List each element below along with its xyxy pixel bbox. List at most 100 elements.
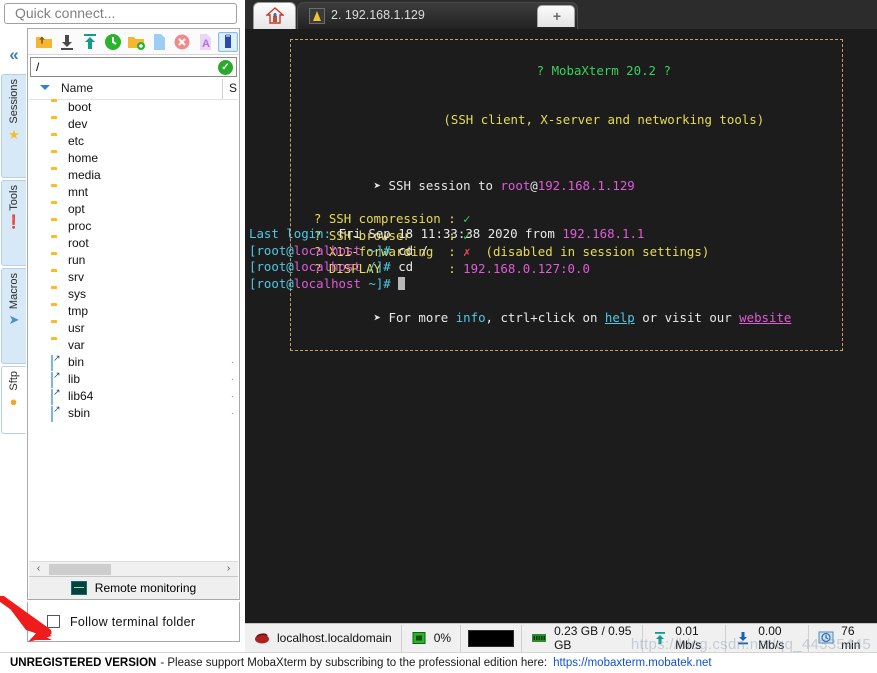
status-host[interactable]: localhost.localdomain (245, 624, 402, 652)
new-folder-icon[interactable] (127, 33, 145, 51)
download-arrow-icon (735, 631, 751, 645)
terminal-segment: Fri Sep 18 11:33:38 2020 from (331, 226, 563, 241)
follow-terminal-folder-checkbox[interactable] (47, 615, 60, 628)
unregistered-footer: UNREGISTERED VERSION - Please support Mo… (0, 652, 877, 673)
text-mode-icon[interactable]: A (196, 33, 214, 51)
folder-icon (51, 220, 65, 233)
status-uptime-label: 76 min (841, 624, 861, 652)
terminal-segment: ~]# (360, 242, 399, 258)
memory-icon (531, 631, 547, 645)
folder-icon (51, 339, 65, 352)
status-host-label: localhost.localdomain (277, 631, 392, 645)
sidebar-tab-sessions[interactable]: Sessions ★ (1, 74, 26, 178)
check-icon[interactable]: ✓ (218, 60, 233, 75)
usb-drive-icon[interactable] (218, 31, 238, 52)
sidebar-tab-tools[interactable]: Tools ❗ (1, 180, 26, 266)
remote-monitoring-button[interactable]: Remote monitoring (29, 576, 238, 599)
new-tab-button[interactable]: + (537, 5, 575, 27)
status-download[interactable]: 0.00 Mb/s (726, 624, 810, 652)
sort-descending-icon[interactable] (40, 85, 50, 90)
file-tree-row-size: . (231, 406, 234, 417)
delete-icon[interactable] (173, 33, 191, 51)
file-tree-row[interactable]: media (29, 167, 238, 184)
file-tree-row[interactable]: boot (29, 99, 238, 116)
upload-icon[interactable] (81, 33, 99, 51)
file-tree-row[interactable]: home (29, 150, 238, 167)
file-tree-row[interactable]: bin. (29, 354, 238, 371)
file-tree-row-label: var (68, 338, 85, 352)
file-tree-row[interactable]: mnt (29, 184, 238, 201)
sidebar-tab-sftp[interactable]: Sftp ● (1, 366, 26, 434)
column-header-name[interactable]: Name (61, 81, 93, 95)
terminal-line: [root@localhost ~]# cd / (249, 243, 644, 260)
file-tree-row[interactable]: lib64. (29, 388, 238, 405)
go-up-icon[interactable] (35, 33, 53, 51)
download-icon[interactable] (58, 33, 76, 51)
column-header-size[interactable]: S (229, 81, 238, 95)
banner-session-user: root (500, 178, 531, 193)
status-uptime[interactable]: 76 min (809, 624, 877, 652)
terminal-segment: [root@ (249, 275, 294, 291)
terminal-segment: cd / (398, 242, 429, 258)
file-tree-row[interactable]: sys (29, 286, 238, 303)
sidebar-tab-macros-label: Macros (8, 273, 20, 310)
file-tree-row[interactable]: dev (29, 116, 238, 133)
status-cpu[interactable]: 0% (402, 624, 462, 652)
terminal-line: [root@localhost ~]# (249, 276, 644, 293)
sidebar-tab-tools-label: Tools (8, 185, 20, 211)
horizontal-scrollbar[interactable]: ‹ › (29, 561, 238, 577)
banner-website-link[interactable]: website (739, 310, 791, 325)
file-tree-row[interactable]: srv (29, 269, 238, 286)
banner-session-host: 192.168.1.129 (537, 178, 635, 193)
scroll-right-icon[interactable]: › (221, 562, 236, 577)
file-tree-row-label: lib (68, 372, 81, 386)
file-tree-row-label: proc (68, 219, 92, 233)
new-file-icon[interactable] (150, 33, 168, 51)
file-tree-row[interactable]: usr (29, 320, 238, 337)
file-tree-row-label: srv (68, 270, 84, 284)
banner-session-at: @ (530, 178, 538, 193)
thermometer-icon: ❗ (5, 213, 23, 229)
mobaxterm-window: Quick connect... « Sessions ★ Tools ❗ Ma… (0, 0, 877, 673)
terminal-line: Last login: Fri Sep 18 11:33:38 2020 fro… (249, 226, 644, 243)
status-memory-label: 0.23 GB / 0.95 GB (554, 624, 632, 652)
scrollbar-thumb[interactable] (49, 564, 111, 575)
svg-text:A: A (202, 38, 210, 50)
home-icon (266, 7, 284, 24)
refresh-icon[interactable] (104, 33, 122, 51)
follow-terminal-folder-row: Follow terminal folder (27, 602, 240, 642)
file-tree-row[interactable]: root (29, 235, 238, 252)
cpu-graph (468, 629, 515, 647)
linux-icon (309, 8, 325, 24)
sidebar-tab-macros[interactable]: Macros ➤ (1, 268, 26, 364)
collapse-sidebar-button[interactable]: « (2, 42, 26, 68)
home-tab[interactable] (253, 2, 296, 29)
status-memory[interactable]: 0.23 GB / 0.95 GB (522, 624, 644, 652)
banner-help-link[interactable]: help (605, 310, 635, 325)
sftp-file-browser: A / ✓ Name S boot dev etc home media mnt… (27, 28, 240, 600)
file-tree-row-label: bin (68, 355, 85, 369)
file-tree-row-size: . (231, 389, 234, 400)
terminal-console[interactable]: Last login: Fri Sep 18 11:33:38 2020 fro… (249, 226, 644, 292)
file-tree-row[interactable]: proc (29, 218, 238, 235)
banner-row-value: ✓ (463, 211, 471, 226)
file-tree-row[interactable]: lib. (29, 371, 238, 388)
status-cpu-graph[interactable] (461, 624, 523, 652)
quick-connect-input[interactable]: Quick connect... (4, 3, 237, 24)
status-upload[interactable]: 0.01 Mb/s (643, 624, 727, 652)
scroll-left-icon[interactable]: ‹ (31, 562, 46, 577)
file-tree-row[interactable]: sbin. (29, 405, 238, 422)
session-tab[interactable]: 2. 192.168.1.129 × (297, 2, 578, 29)
file-tree-row[interactable]: var (29, 337, 238, 354)
path-input[interactable]: / ✓ (30, 57, 237, 77)
status-upload-label: 0.01 Mb/s (675, 624, 702, 652)
paper-plane-icon: ➤ (8, 312, 20, 328)
file-tree-row[interactable]: etc (29, 133, 238, 150)
terminal-cursor (398, 276, 406, 290)
file-tree-row[interactable]: run (29, 252, 238, 269)
file-tree-row-label: sbin (68, 406, 91, 420)
file-tree-row[interactable]: tmp (29, 303, 238, 320)
file-tree-row[interactable]: opt (29, 201, 238, 218)
mobaxterm-link[interactable]: https://mobaxterm.mobatek.net (553, 657, 712, 669)
terminal-output[interactable]: ? MobaXterm 20.2 ? (SSH client, X-server… (245, 29, 877, 623)
